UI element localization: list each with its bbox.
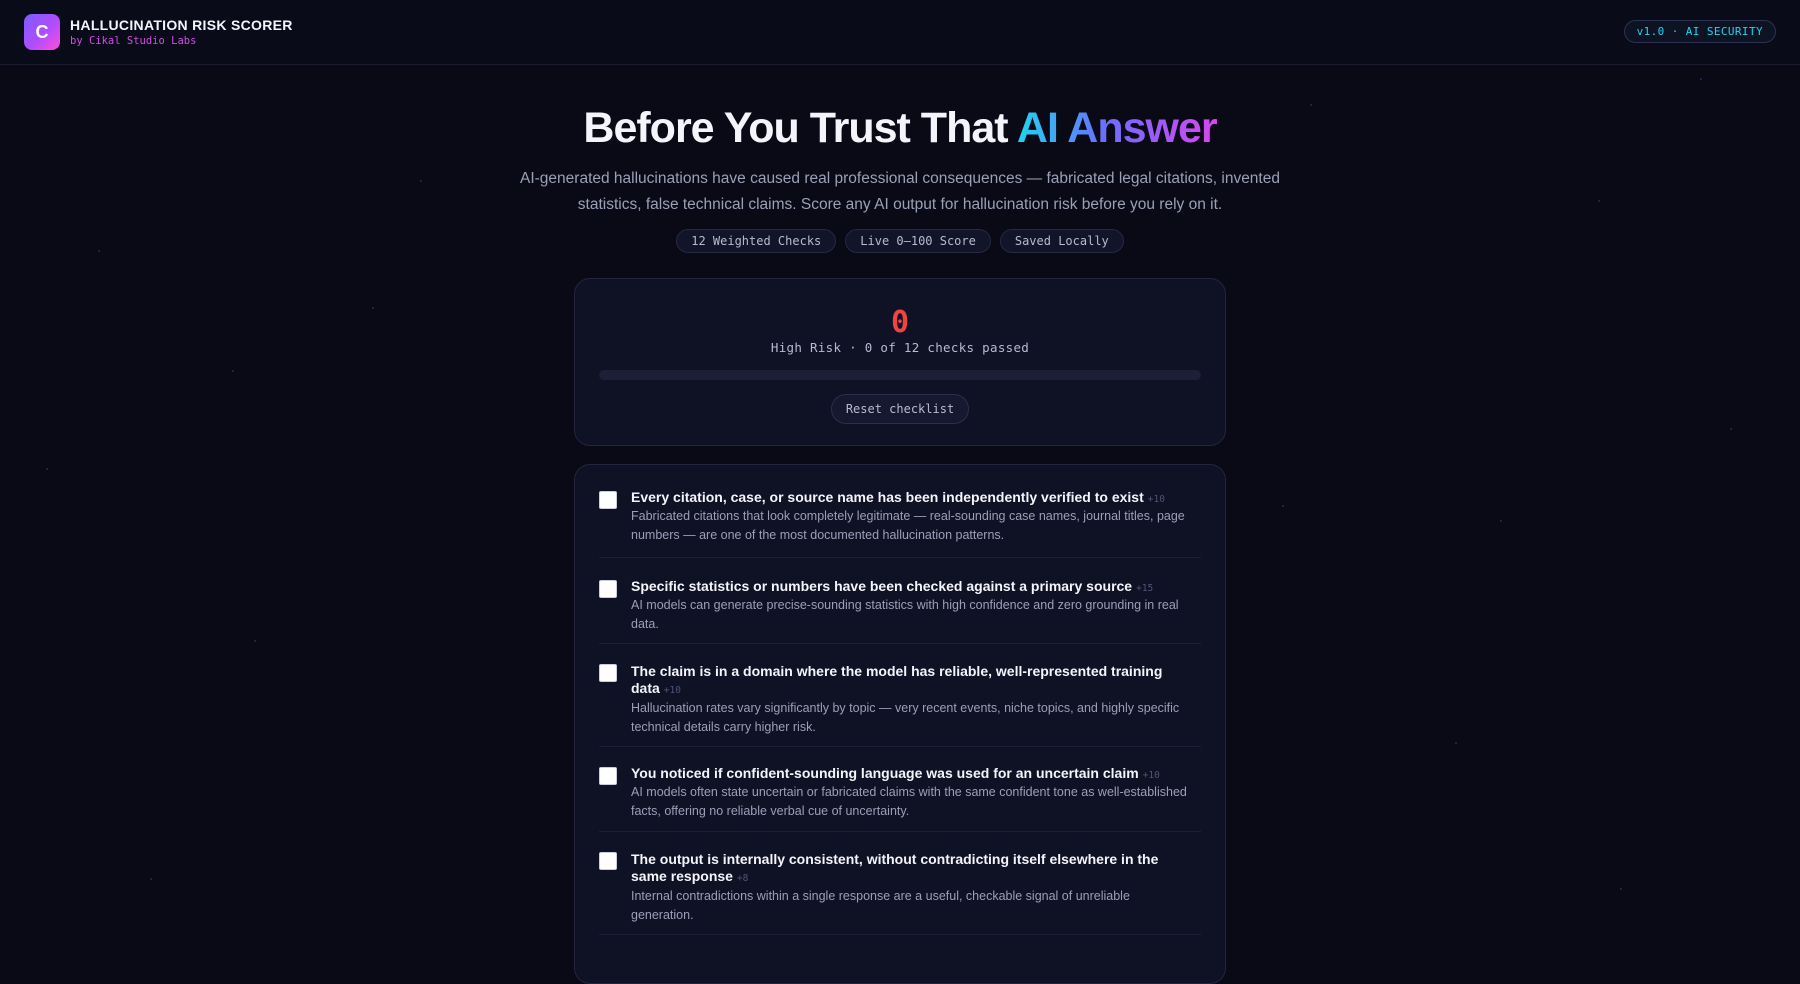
checklist-item[interactable]: You noticed if confident-sounding langua… [599, 747, 1201, 832]
checklist-item-title-text: The output is internally consistent, wit… [631, 851, 1158, 884]
checklist-item-weight: +15 [1136, 583, 1153, 594]
checklist-item-description: Fabricated citations that look completel… [631, 507, 1191, 545]
checklist-item[interactable]: Specific statistics or numbers have been… [599, 558, 1201, 644]
checklist-item-weight: +10 [664, 685, 681, 696]
checklist-item-description: AI models often state uncertain or fabri… [631, 783, 1191, 821]
checklist-checkbox[interactable] [599, 580, 617, 598]
checklist-item-title-text: Every citation, case, or source name has… [631, 489, 1144, 505]
score-progress-bar [599, 370, 1201, 380]
checklist-item[interactable]: Every citation, case, or source name has… [599, 465, 1201, 558]
score-label: High Risk · 0 of 12 checks passed [575, 340, 1225, 355]
hero-title-accent: AI Answer [1017, 104, 1217, 152]
app-title: HALLUCINATION RISK SCORER [70, 17, 293, 33]
top-bar: C HALLUCINATION RISK SCORER by Cikal Stu… [0, 0, 1800, 65]
checklist-checkbox[interactable] [599, 767, 617, 785]
feature-pill: 12 Weighted Checks [676, 229, 836, 253]
reset-checklist-button[interactable]: Reset checklist [831, 394, 969, 424]
feature-pill: Saved Locally [1000, 229, 1124, 253]
checklist-item-description: AI models can generate precise-sounding … [631, 596, 1191, 634]
app-logo[interactable]: C [24, 14, 60, 50]
score-value: 0 [575, 305, 1225, 340]
hero-title-plain: Before You Trust That [583, 104, 1017, 152]
checklist-item-title: Every citation, case, or source name has… [631, 489, 1191, 508]
checklist-item[interactable]: The claim is in a domain where the model… [599, 644, 1201, 747]
checklist-item-weight: +8 [737, 873, 748, 884]
version-badge: v1.0 · AI SECURITY [1624, 20, 1776, 43]
hero-title: Before You Trust That AI Answer [0, 104, 1800, 153]
checklist-item-title-text: Specific statistics or numbers have been… [631, 578, 1132, 594]
checklist-checkbox[interactable] [599, 664, 617, 682]
checklist-item-description: Hallucination rates vary significantly b… [631, 699, 1191, 737]
feature-pill: Live 0–100 Score [845, 229, 991, 253]
checklist-checkbox[interactable] [599, 852, 617, 870]
checklist-item-title: You noticed if confident-sounding langua… [631, 765, 1191, 784]
logo-letter: C [36, 22, 49, 43]
checklist-item-title: Specific statistics or numbers have been… [631, 578, 1191, 597]
checklist-checkbox[interactable] [599, 491, 617, 509]
checklist-item-title: The claim is in a domain where the model… [631, 663, 1191, 699]
app-subtitle: by Cikal Studio Labs [70, 35, 196, 47]
checklist-item-title: The output is internally consistent, wit… [631, 851, 1191, 887]
checklist-item-weight: +10 [1143, 770, 1160, 781]
checklist-card: Every citation, case, or source name has… [574, 464, 1226, 984]
checklist-item-weight: +10 [1148, 494, 1165, 505]
checklist-item-title-text: You noticed if confident-sounding langua… [631, 765, 1139, 781]
checklist-item-title-text: The claim is in a domain where the model… [631, 663, 1162, 696]
checklist-item-description: Internal contradictions within a single … [631, 887, 1191, 925]
score-card: 0 High Risk · 0 of 12 checks passed Rese… [574, 278, 1226, 446]
checklist-item[interactable]: The output is internally consistent, wit… [599, 832, 1201, 935]
hero-description: AI-generated hallucinations have caused … [510, 166, 1290, 218]
feature-pills: 12 Weighted Checks Live 0–100 Score Save… [0, 229, 1800, 253]
